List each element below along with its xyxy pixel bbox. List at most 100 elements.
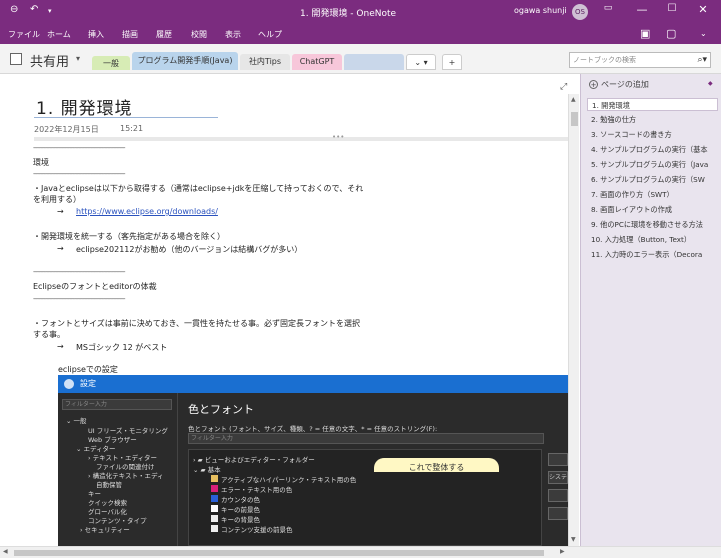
menu-file[interactable]: ファイル xyxy=(8,29,40,40)
color-swatch xyxy=(211,475,218,482)
back-arrow-icon[interactable]: ⊖ xyxy=(10,4,18,15)
color-item: キーの背景色 xyxy=(221,516,260,524)
horizontal-scrollbar[interactable]: ◀ ▶ xyxy=(0,546,721,558)
page-item-1[interactable]: 1. 開発環境 xyxy=(587,98,718,111)
tab-chatgpt[interactable]: ChatGPT xyxy=(292,54,342,70)
minimize-icon[interactable]: — xyxy=(632,3,652,16)
notebook-icon[interactable] xyxy=(10,53,22,65)
ribbon-display-icon[interactable]: ▭ xyxy=(598,3,618,13)
page-canvas[interactable]: ⤢ 1. 開発環境 2022年12月15日 15:21 ••• --------… xyxy=(0,74,568,546)
tab-java-dev[interactable]: プログラム開発手順(Java) xyxy=(132,52,238,70)
menu-help[interactable]: ヘルプ xyxy=(258,29,282,40)
notebook-name[interactable]: 共有用 xyxy=(30,51,69,70)
search-input[interactable]: ノートブックの検索 ⌕▾ xyxy=(569,52,711,68)
page-item-8[interactable]: 8. 画面レイアウトの作成 xyxy=(587,203,718,216)
separator-line: ----------------------------------------… xyxy=(33,295,126,303)
page-item-11[interactable]: 11. 入力時のエラー表示（Decora xyxy=(587,248,718,261)
scroll-up-icon[interactable]: ▲ xyxy=(571,96,576,103)
font-heading: Eclipseのフォントとeditorの体裁 xyxy=(33,282,157,291)
pref-tree-panel: フィルター入力 ⌄ 一般 UI フリーズ・モニタリング Web ブラウザー ⌄ … xyxy=(58,393,178,546)
page-time: 15:21 xyxy=(120,124,144,133)
page-item-4[interactable]: 4. サンプルプログラムの実行（基本 xyxy=(587,143,718,156)
fullscreen-icon[interactable]: ⤢ xyxy=(560,82,567,92)
pref-side-button xyxy=(548,507,568,520)
menu-insert[interactable]: 挿入 xyxy=(88,29,104,40)
color-font-desc: 色とフォント (フォント、サイズ、種類、? = 任意の文字、* = 任意のストリ… xyxy=(188,425,438,433)
close-icon[interactable]: ✕ xyxy=(693,3,713,16)
page-date: 2022年12月15日 xyxy=(34,125,99,134)
color-item: コンテンツ支援の前景色 xyxy=(221,526,293,534)
add-section-button[interactable]: + xyxy=(442,54,462,70)
tab-overflow[interactable]: ⌄ ▾ xyxy=(406,54,436,70)
tree-item: › セキュリティー xyxy=(80,526,130,534)
page-item-5[interactable]: 5. サンプルプログラムの実行（Java xyxy=(587,158,718,171)
separator-line: ----------------------------------------… xyxy=(33,144,126,152)
color-item: カウンタの色 xyxy=(221,496,260,504)
eclipse-logo-icon xyxy=(64,379,74,389)
arrow-1: → xyxy=(57,207,64,216)
menu-history[interactable]: 履歴 xyxy=(156,29,172,40)
arrow-2: → xyxy=(57,244,64,253)
arrow-3: → xyxy=(57,342,64,351)
vertical-scrollbar[interactable]: ▲ ▼ xyxy=(568,94,579,546)
menu-review[interactable]: 校閲 xyxy=(191,29,207,40)
pref-side-button xyxy=(548,453,568,466)
page-title[interactable]: 1. 開発環境 xyxy=(36,94,133,119)
page-item-9[interactable]: 9. 他のPCに環境を移動させる方法 xyxy=(587,218,718,231)
page-item-3[interactable]: 3. ソースコードの書き方 xyxy=(587,128,718,141)
jdk-line-2: を利用する） xyxy=(33,195,81,204)
add-page-button[interactable]: + ページの追加 xyxy=(589,79,649,90)
color-item: › ▰ ビューおよびエディター・フォルダー xyxy=(193,456,315,464)
page-list-pane: + ページの追加 ◆ 1. 開発環境 2. 勉強の仕方 3. ソースコードの書き方… xyxy=(580,74,721,546)
note-container-handle[interactable]: ••• xyxy=(34,133,568,141)
menu-view[interactable]: 表示 xyxy=(225,29,241,40)
annotation-balloon: これで整体する xyxy=(374,458,499,472)
section-bar: 共有用 ▾ 一般 プログラム開発手順(Java) 社内Tips ChatGPT … xyxy=(0,44,721,74)
title-bar: ⊖ ↶ ▾ 1. 開発環境 - OneNote ogawa shunji OS … xyxy=(0,0,721,24)
dialog-title-text: 設定 xyxy=(80,379,96,388)
eclipse-download-link[interactable]: https://www.eclipse.org/downloads/ xyxy=(76,207,218,216)
page-item-6[interactable]: 6. サンプルプログラムの実行（SW xyxy=(587,173,718,186)
ms-gothic-line: MSゴシック 12 がベスト xyxy=(76,343,168,352)
scroll-left-icon[interactable]: ◀ xyxy=(3,548,8,555)
eclipse-setting-label: eclipseでの設定 xyxy=(58,365,118,374)
system-font-button: システ xyxy=(548,471,568,484)
tab-blurred[interactable] xyxy=(344,54,404,70)
menu-home[interactable]: ホーム xyxy=(47,29,71,40)
page-item-2[interactable]: 2. 勉強の仕方 xyxy=(587,113,718,126)
user-name[interactable]: ogawa shunji xyxy=(514,6,567,15)
pref-filter: フィルター入力 xyxy=(62,399,172,410)
color-swatch xyxy=(211,525,218,532)
font-line-1: ・フォントとサイズは事前に決めておき、一貫性を持たせる事。必ず固定長フォントを選… xyxy=(33,319,360,328)
color-item: エラー・テキスト用の色 xyxy=(221,486,293,494)
page-item-10[interactable]: 10. 入力処理（Button, Text） xyxy=(587,233,718,246)
undo-icon[interactable]: ↶ xyxy=(30,4,38,15)
ribbon-menu: ファイル ホーム 挿入 描画 履歴 校閲 表示 ヘルプ ▣ ▢ ⌄ xyxy=(0,24,721,44)
color-filter: フィルター入力 xyxy=(188,433,544,444)
unify-line: ・開発環境を統一する（客先指定がある場合を除く） xyxy=(33,232,225,241)
pane-options-icon[interactable]: ◆ xyxy=(708,80,713,87)
search-icon[interactable]: ⌕▾ xyxy=(697,53,707,67)
scroll-thumb[interactable] xyxy=(571,112,578,126)
h-scroll-thumb[interactable] xyxy=(14,550,544,556)
avatar[interactable]: OS xyxy=(572,4,588,20)
window-title: 1. 開発環境 - OneNote xyxy=(300,9,397,19)
scroll-down-icon[interactable]: ▼ xyxy=(571,536,576,543)
tab-general[interactable]: 一般 xyxy=(92,56,130,70)
ribbon-collapse-icon[interactable]: ⌄ xyxy=(700,29,707,38)
page-item-7[interactable]: 7. 画面の作り方（SWT） xyxy=(587,188,718,201)
menu-draw[interactable]: 描画 xyxy=(122,29,138,40)
color-item: アクティブなハイパーリンク・テキスト用の色 xyxy=(221,476,357,484)
tab-tips[interactable]: 社内Tips xyxy=(240,54,290,70)
color-swatch xyxy=(211,515,218,522)
color-item: キーの前景色 xyxy=(221,506,260,514)
color-font-heading: 色とフォント xyxy=(188,403,254,416)
maximize-icon[interactable]: ☐ xyxy=(662,3,682,14)
quick-access-dropdown-icon[interactable]: ▾ xyxy=(48,7,52,15)
scroll-right-icon[interactable]: ▶ xyxy=(560,548,565,555)
notebook-sync-icon[interactable]: ▣ xyxy=(640,27,650,40)
tree-item: ⌄ 一般 xyxy=(66,417,87,425)
comment-icon[interactable]: ▢ xyxy=(666,27,676,40)
notebook-dropdown-icon[interactable]: ▾ xyxy=(76,54,80,63)
pref-side-button xyxy=(548,489,568,502)
